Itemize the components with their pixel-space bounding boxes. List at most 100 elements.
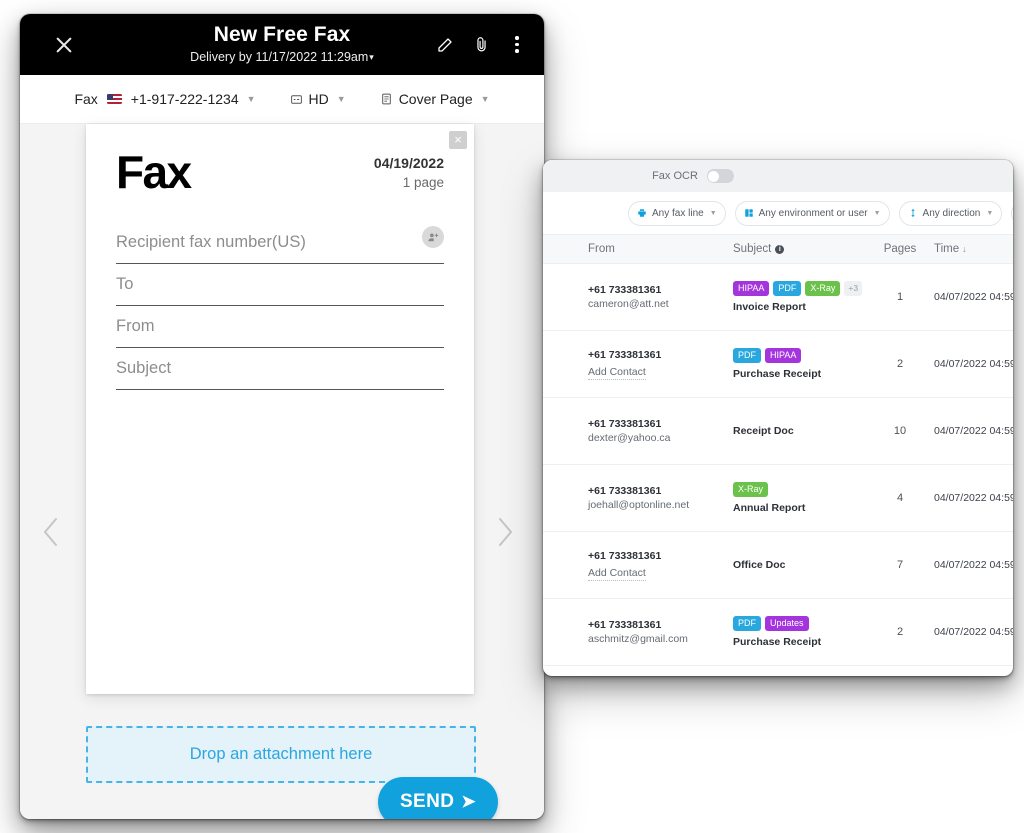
table-row[interactable]: +61 733381361Add ContactSales Receipt604… [543, 665, 1013, 676]
subject-text: Purchase Receipt [733, 367, 822, 380]
fax-preview-page: × Fax 04/19/2022 1 page [86, 124, 474, 694]
attachment-dropzone[interactable]: Drop an attachment here [86, 726, 476, 783]
add-contact-link[interactable]: Add Contact [588, 365, 646, 380]
cover-page-selector[interactable]: Cover Page ▼ [380, 91, 490, 107]
quality-selector[interactable]: HD ▼ [290, 91, 346, 107]
info-icon[interactable]: i [775, 245, 785, 254]
tag-list: X-Ray [733, 481, 866, 497]
tag-list: PDF Updates [733, 615, 866, 631]
to-input[interactable] [116, 275, 444, 294]
tag-badge[interactable]: PDF [773, 280, 802, 296]
from-name: +61 733381361 [588, 349, 662, 361]
remove-page-close-icon[interactable]: × [449, 131, 467, 149]
from-name: +61 733381361 [588, 550, 662, 562]
fax-table: From Subject i Pages Time ↓ +61 733381361 c… [543, 235, 1013, 676]
cell-time: 04/07/2022 04:59 PM [934, 598, 1013, 666]
from-name: +61 733381361 [588, 284, 662, 296]
tag-list: PDF HIPAA [733, 347, 866, 363]
cover-page-label: Cover Page [398, 91, 473, 107]
cell-time: 04/07/2022 04:59 PM [934, 531, 1013, 599]
close-icon[interactable] [53, 34, 75, 56]
fax-table-header: From Subject i Pages Time ↓ [543, 235, 1013, 264]
header-actions [434, 34, 528, 56]
chevron-down-icon: ▼ [873, 209, 881, 217]
filter-any-direction[interactable]: Any direction ▼ [898, 200, 1003, 226]
chevron-down-icon: ▼ [986, 209, 994, 217]
filter-label: Any direction [922, 207, 981, 219]
fax-date: 04/19/2022 [373, 155, 444, 171]
column-header-pages[interactable]: Pages [866, 235, 934, 264]
cell-subject: Office Doc [733, 531, 866, 599]
fax-page-header: Fax 04/19/2022 1 page [86, 124, 474, 198]
cell-pages: 2 [866, 598, 934, 666]
send-button[interactable]: SEND ➤ [378, 777, 498, 819]
fax-line-label: Fax [74, 91, 98, 107]
more-options-icon[interactable] [506, 34, 528, 56]
document-icon [380, 92, 393, 106]
tag-badge[interactable]: PDF [733, 615, 761, 631]
grid-icon [744, 208, 754, 218]
direction-icon [908, 208, 918, 218]
chevron-down-icon: ▼ [336, 94, 346, 104]
cell-time: 04/07/2022 04:59 PM [934, 464, 1013, 532]
cell-from: +61 733381361 aschmitz@gmail.com [543, 598, 733, 666]
fax-heading: Fax [116, 146, 192, 198]
tag-badge[interactable]: HIPAA [765, 347, 802, 363]
tag-badge[interactable]: X-Ray [733, 481, 769, 497]
table-header-row: From Subject i Pages Time ↓ [543, 235, 1013, 264]
cell-subject: HIPAA PDF X-Ray +3 Invoice Report [733, 263, 866, 331]
table-row[interactable]: +61 733381361 Add Contact Office Doc 7 04/07… [543, 531, 1013, 599]
delivery-time-selector[interactable]: Delivery by 11/17/2022 11:29am▾ [190, 49, 374, 67]
attachment-paperclip-icon[interactable] [470, 34, 492, 56]
table-row[interactable]: +61 733381361 Add Contact PDF HIPAA Purchase… [543, 330, 1013, 398]
tag-badge[interactable]: PDF [733, 347, 761, 363]
cell-subject: Receipt Doc [733, 397, 866, 465]
fax-ocr-toggle[interactable] [706, 169, 734, 183]
add-contact-link[interactable]: Add Contact [588, 566, 646, 581]
quality-label: HD [308, 91, 329, 107]
recipient-fax-number-input[interactable] [116, 233, 444, 252]
filter-any-environment-or-user[interactable]: Any environment or user ▼ [734, 200, 890, 226]
recipient-field-row [116, 222, 444, 264]
filter-any-status[interactable]: Any status ▼ [1011, 200, 1013, 226]
cell-pages: 2 [866, 330, 934, 398]
cell-subject: PDF HIPAA Purchase Receipt [733, 330, 866, 398]
tag-list: HIPAA PDF X-Ray +3 [733, 280, 866, 296]
column-header-time[interactable]: Time ↓ [934, 235, 1013, 264]
table-row[interactable]: +61 733381361 joehall@optonline.net X-Ray A… [543, 464, 1013, 532]
chevron-down-icon: ▼ [709, 209, 717, 217]
column-header-subject[interactable]: Subject i [733, 235, 866, 264]
cell-from: +61 733381361 Add Contact [543, 531, 733, 599]
tag-badge[interactable]: Updates [765, 615, 809, 631]
tag-badge[interactable]: X-Ray [805, 280, 841, 296]
previous-page-arrow[interactable] [38, 515, 66, 549]
compose-fax-window: New Free Fax Delivery by 11/17/2022 11:2… [20, 14, 544, 819]
from-field-row [116, 306, 444, 348]
table-row[interactable]: +61 733381361 aschmitz@gmail.com PDF Update… [543, 598, 1013, 666]
tag-badge[interactable]: HIPAA [733, 280, 770, 296]
chevron-down-icon: ▾ [369, 52, 374, 62]
table-row[interactable]: +61 733381361 dexter@yahoo.ca Receipt Doc 1… [543, 397, 1013, 465]
from-address: aschmitz@gmail.com [588, 633, 688, 645]
subject-text: Office Doc [733, 559, 786, 571]
cell-pages: 4 [866, 464, 934, 532]
column-label-from: From [588, 243, 615, 255]
next-page-arrow[interactable] [492, 515, 520, 549]
fax-ocr-bar: Fax OCR [543, 160, 1013, 192]
cell-from: +61 733381361 cameron@att.net [543, 263, 733, 331]
column-label-time: Time [934, 243, 960, 255]
from-input[interactable] [116, 317, 444, 336]
column-header-from[interactable]: From [543, 235, 733, 264]
send-arrow-icon: ➤ [461, 792, 477, 811]
fax-line-number: +1-917-222-1234 [130, 91, 239, 107]
subject-input[interactable] [116, 359, 444, 378]
filter-any-fax-line[interactable]: Any fax line ▼ [628, 200, 726, 226]
add-contact-icon[interactable] [422, 226, 444, 248]
tag-overflow-badge[interactable]: +3 [844, 280, 863, 296]
cell-from: +61 733381361 joehall@optonline.net [543, 464, 733, 532]
chevron-down-icon: ▼ [246, 94, 256, 104]
table-row[interactable]: +61 733381361 cameron@att.net HIPAA PDF X-Ra… [543, 263, 1013, 331]
fax-line-selector[interactable]: Fax +1-917-222-1234 ▼ [74, 91, 255, 107]
cell-pages: 7 [866, 531, 934, 599]
edit-pencil-icon[interactable] [434, 34, 456, 56]
